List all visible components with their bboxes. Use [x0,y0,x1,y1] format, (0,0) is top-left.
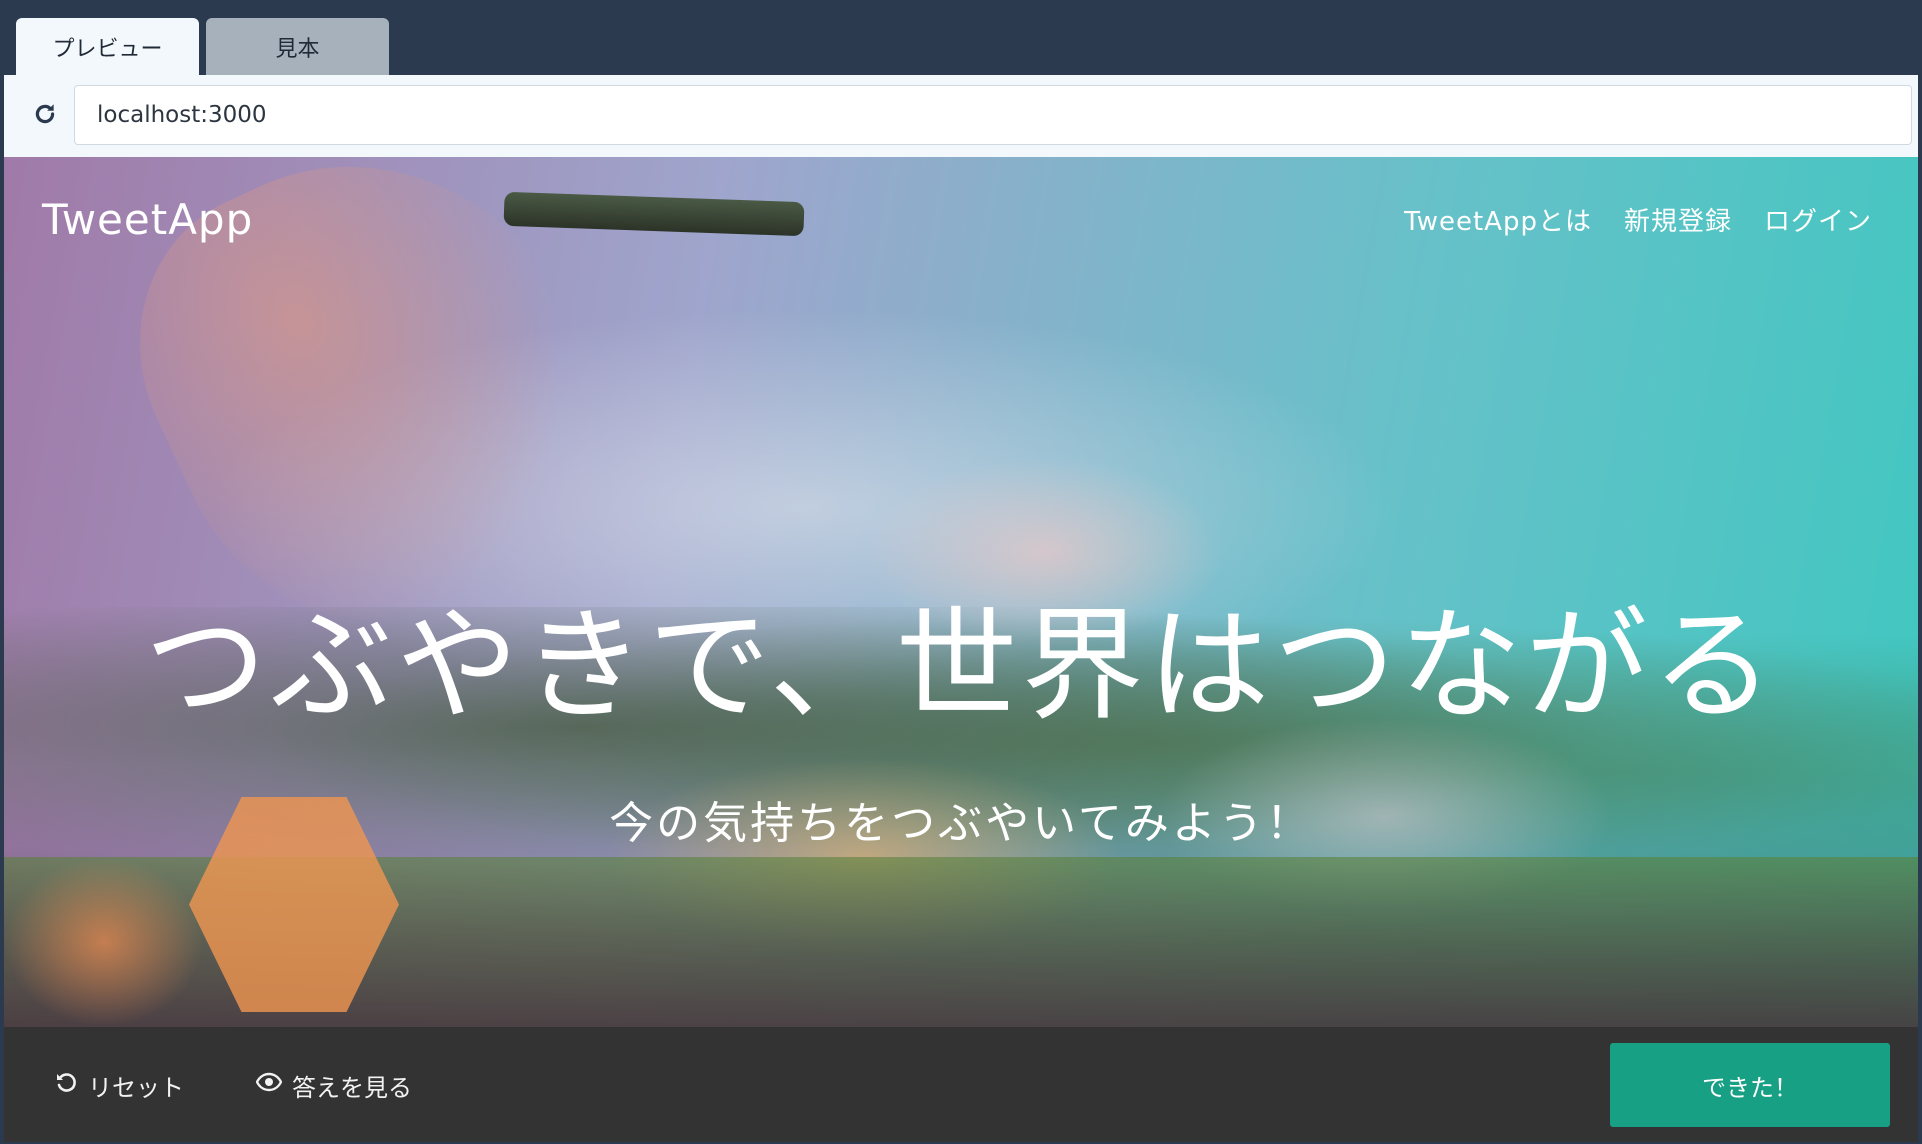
reset-button[interactable]: リセット [54,1067,184,1103]
reload-button[interactable] [26,97,64,135]
hero-subtitle: 今の気持ちをつぶやいてみよう！ [609,798,1313,849]
tab-sample[interactable]: 見本 [206,18,389,75]
eye-icon [255,1070,283,1100]
tab-bar: プレビュー 見本 [0,0,1922,75]
address-bar: localhost:3000 [4,75,1918,157]
nav-about[interactable]: TweetAppとは [1404,201,1592,238]
bottom-toolbar: リセット 答えを見る できた！ [4,1027,1918,1142]
show-answer-button[interactable]: 答えを見る [255,1067,412,1103]
url-input[interactable]: localhost:3000 [74,85,1912,145]
hero-background-bokeh [4,857,204,1027]
show-answer-label: 答えを見る [292,1073,412,1102]
site-nav: TweetAppとは 新規登録 ログイン [1404,201,1872,238]
reset-label: リセット [88,1073,184,1102]
nav-login[interactable]: ログイン [1764,201,1872,238]
reset-icon [54,1070,78,1100]
preview-viewport: TweetApp TweetAppとは 新規登録 ログイン つぶやきで、世界はつ… [4,157,1918,1027]
ide-preview-frame: プレビュー 見本 localhost:3000 TweetApp TweetAp… [0,0,1922,1144]
reload-icon [32,101,58,131]
tab-preview[interactable]: プレビュー [16,18,199,75]
done-button[interactable]: できた！ [1610,1043,1890,1127]
hero-background-phone [503,191,805,237]
site-logo[interactable]: TweetApp [42,195,253,244]
hero-title: つぶやきで、世界はつながる [144,595,1778,737]
nav-signup[interactable]: 新規登録 [1624,201,1732,238]
